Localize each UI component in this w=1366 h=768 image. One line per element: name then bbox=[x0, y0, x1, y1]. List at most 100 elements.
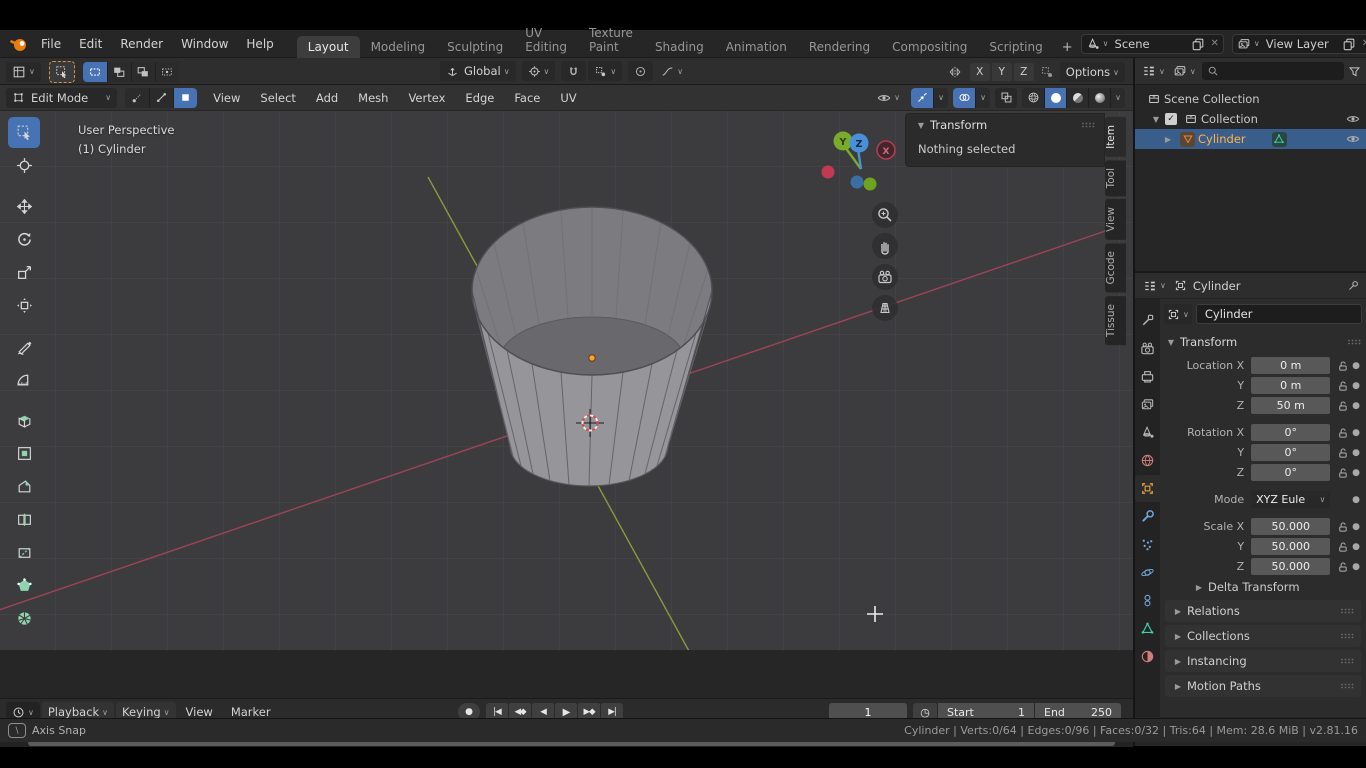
new-scene-icon[interactable] bbox=[1191, 37, 1205, 51]
tool-measure[interactable] bbox=[8, 364, 40, 395]
timeline-menu-marker[interactable]: Marker bbox=[223, 705, 279, 719]
workspace-tab-modeling[interactable]: Modeling bbox=[360, 36, 437, 58]
proportional-falloff-dropdown[interactable]: ∨ bbox=[655, 61, 689, 81]
workspace-tab-texture-paint[interactable]: Texture Paint bbox=[578, 22, 644, 58]
viewport-menu-uv[interactable]: UV bbox=[550, 91, 586, 105]
outliner-row-collection[interactable]: ▼ ✓ Collection bbox=[1135, 109, 1366, 129]
tool-poly-build[interactable] bbox=[8, 570, 40, 601]
tab-object-data[interactable] bbox=[1135, 615, 1160, 642]
scene-selector[interactable]: ∨ Scene ✕ bbox=[1081, 34, 1224, 54]
sidebar-tab-gcode[interactable]: Gcode bbox=[1105, 243, 1126, 292]
edge-select-button[interactable] bbox=[149, 88, 173, 108]
transform-orientation-dropdown[interactable]: Global ∨ bbox=[440, 61, 516, 81]
outliner-row-cylinder[interactable]: ▶ Cylinder bbox=[1135, 129, 1366, 149]
tab-tool[interactable] bbox=[1135, 307, 1160, 334]
animate-dot-icon[interactable]: ● bbox=[1350, 381, 1362, 391]
animate-dot-icon[interactable]: ● bbox=[1350, 522, 1362, 532]
lock-icon[interactable] bbox=[1334, 427, 1350, 438]
sidebar-tab-tissue[interactable]: Tissue bbox=[1105, 296, 1126, 345]
object-name-field[interactable]: Cylinder bbox=[1196, 304, 1362, 324]
tool-select-box[interactable] bbox=[8, 117, 40, 148]
sidebar-tab-tool[interactable]: Tool bbox=[1105, 160, 1126, 196]
tool-scale[interactable] bbox=[8, 257, 40, 288]
pan-button[interactable] bbox=[872, 233, 898, 259]
object-visibility-dropdown[interactable]: ∨ bbox=[871, 88, 906, 108]
overlays-dropdown[interactable]: ∨ bbox=[975, 88, 990, 108]
collections-section-header[interactable]: ▶ Collections bbox=[1165, 625, 1361, 647]
tab-world[interactable] bbox=[1135, 447, 1160, 474]
timeline-menu-view[interactable]: View bbox=[178, 705, 221, 719]
xray-toggle-button[interactable] bbox=[995, 88, 1017, 108]
menu-render[interactable]: Render bbox=[111, 37, 172, 51]
outliner-editor-type-button[interactable]: ∨ bbox=[1140, 61, 1167, 81]
camera-view-button[interactable] bbox=[872, 264, 898, 290]
new-view-layer-icon[interactable] bbox=[1342, 37, 1356, 51]
gizmo-dropdown[interactable]: ∨ bbox=[933, 88, 948, 108]
rotation-x-field[interactable]: 0° bbox=[1251, 424, 1330, 441]
collection-checkbox[interactable]: ✓ bbox=[1165, 113, 1177, 125]
show-gizmo-button[interactable] bbox=[911, 88, 933, 108]
workspace-tab-compositing[interactable]: Compositing bbox=[881, 36, 978, 58]
scale-y-field[interactable]: 50.000 bbox=[1251, 538, 1330, 555]
viewport-menu-vertex[interactable]: Vertex bbox=[398, 91, 455, 105]
workspace-tab-uv-editing[interactable]: UV Editing bbox=[514, 22, 578, 58]
active-tool-button[interactable] bbox=[49, 61, 75, 83]
tab-scene[interactable] bbox=[1135, 419, 1160, 446]
mirror-z-button[interactable]: Z bbox=[1014, 63, 1034, 81]
workspace-tab-scripting[interactable]: Scripting bbox=[978, 36, 1053, 58]
mirror-x-button[interactable]: X bbox=[970, 63, 990, 81]
menu-help[interactable]: Help bbox=[237, 37, 282, 51]
panel-grip-icon[interactable] bbox=[1339, 631, 1355, 641]
add-workspace-button[interactable]: + bbox=[1054, 37, 1081, 58]
menu-edit[interactable]: Edit bbox=[70, 37, 111, 51]
transform-section-header[interactable]: ▼ Transform bbox=[1164, 332, 1362, 352]
panel-grip-icon[interactable] bbox=[1339, 681, 1355, 691]
animate-dot-icon[interactable]: ● bbox=[1350, 495, 1362, 505]
mode-dropdown[interactable]: Edit Mode ∨ bbox=[6, 88, 117, 108]
editor-type-button[interactable]: ∨ bbox=[6, 62, 41, 82]
workspace-tab-sculpting[interactable]: Sculpting bbox=[436, 36, 514, 58]
tab-physics[interactable] bbox=[1135, 559, 1160, 586]
transform-panel-header[interactable]: ▼ Transform bbox=[906, 114, 1104, 136]
show-overlays-button[interactable] bbox=[953, 88, 975, 108]
tab-modifiers[interactable] bbox=[1135, 503, 1160, 530]
workspace-tab-animation[interactable]: Animation bbox=[715, 36, 798, 58]
pivot-point-dropdown[interactable]: ∨ bbox=[522, 61, 556, 81]
viewport-canvas[interactable]: Y Z X bbox=[0, 111, 1133, 650]
cylinder-mesh[interactable] bbox=[472, 207, 712, 486]
rotation-z-field[interactable]: 0° bbox=[1251, 464, 1330, 481]
motion-paths-section-header[interactable]: ▶ Motion Paths bbox=[1165, 675, 1361, 697]
blender-logo-icon[interactable] bbox=[10, 35, 28, 53]
mirror-y-button[interactable]: Y bbox=[992, 63, 1012, 81]
rotation-y-field[interactable]: 0° bbox=[1251, 444, 1330, 461]
location-y-field[interactable]: 0 m bbox=[1251, 377, 1330, 394]
lock-icon[interactable] bbox=[1334, 360, 1350, 371]
options-dropdown[interactable]: Options ∨ bbox=[1060, 62, 1125, 82]
close-icon[interactable]: ✕ bbox=[1211, 38, 1219, 49]
select-subtract-button[interactable] bbox=[131, 62, 155, 82]
snap-settings-dropdown[interactable]: ∨ bbox=[588, 61, 622, 81]
tool-spin[interactable] bbox=[8, 603, 40, 634]
panel-grip-icon[interactable] bbox=[1346, 337, 1362, 347]
viewport-menu-add[interactable]: Add bbox=[306, 91, 348, 105]
shading-solid-button[interactable] bbox=[1044, 88, 1066, 108]
animate-dot-icon[interactable]: ● bbox=[1350, 448, 1362, 458]
mirror-icon[interactable] bbox=[948, 65, 962, 79]
view-layer-selector[interactable]: ∨ View Layer ✕ bbox=[1232, 34, 1366, 54]
tool-knife[interactable] bbox=[8, 537, 40, 568]
animate-dot-icon[interactable]: ● bbox=[1350, 468, 1362, 478]
workspace-tab-rendering[interactable]: Rendering bbox=[798, 36, 881, 58]
lock-icon[interactable] bbox=[1334, 400, 1350, 411]
sidebar-tab-item[interactable]: Item bbox=[1105, 117, 1126, 157]
location-x-field[interactable]: 0 m bbox=[1251, 357, 1330, 374]
delta-transform-header[interactable]: ▶ Delta Transform bbox=[1164, 577, 1362, 597]
animate-dot-icon[interactable]: ● bbox=[1350, 428, 1362, 438]
gizmo-x-negative[interactable] bbox=[822, 166, 835, 179]
hide-eye-icon[interactable] bbox=[1346, 112, 1360, 126]
close-icon[interactable]: ✕ bbox=[1362, 38, 1366, 49]
tab-view-layer[interactable] bbox=[1135, 391, 1160, 418]
tab-output[interactable] bbox=[1135, 363, 1160, 390]
lock-icon[interactable] bbox=[1334, 467, 1350, 478]
shading-wireframe-button[interactable] bbox=[1022, 88, 1044, 108]
animate-dot-icon[interactable]: ● bbox=[1350, 562, 1362, 572]
